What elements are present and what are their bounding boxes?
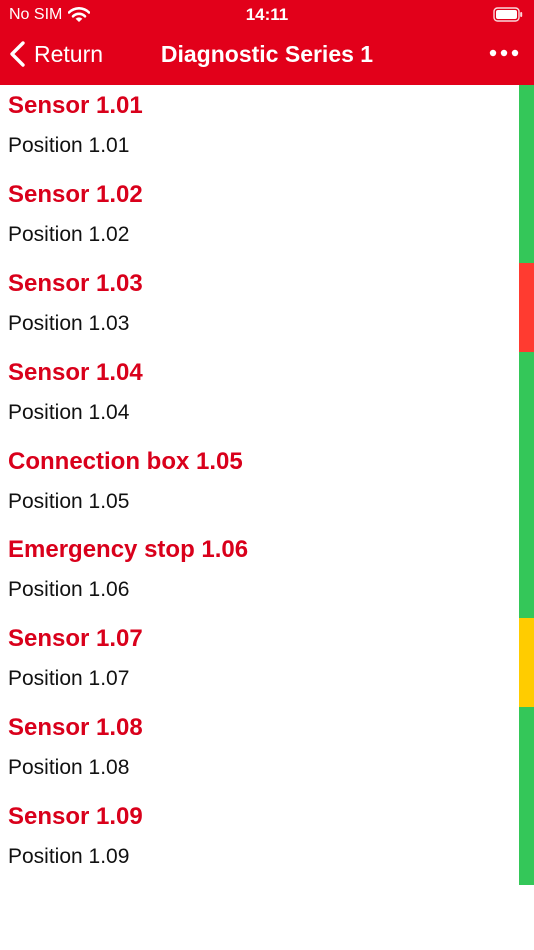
list-item[interactable]: Sensor 1.02 Position 1.02 <box>0 173 534 263</box>
status-indicator <box>519 529 534 619</box>
list-item[interactable]: Sensor 1.03 Position 1.03 <box>0 262 534 352</box>
item-title: Emergency stop 1.06 <box>8 536 249 564</box>
list-item[interactable]: Sensor 1.01 Position 1.01 <box>0 85 534 174</box>
back-button[interactable]: Return <box>8 36 103 72</box>
item-position: Position 1.05 <box>8 489 130 513</box>
status-time: 14:11 <box>245 5 289 24</box>
item-position: Position 1.08 <box>8 756 130 780</box>
item-title: Sensor 1.09 <box>8 803 143 831</box>
status-indicator <box>519 440 534 530</box>
status-indicator <box>519 173 534 263</box>
status-indicator <box>519 262 534 352</box>
item-title: Sensor 1.07 <box>8 625 143 653</box>
item-position: Position 1.07 <box>8 667 130 691</box>
item-title: Sensor 1.03 <box>8 269 143 297</box>
item-title: Sensor 1.01 <box>8 92 143 119</box>
status-indicator <box>519 351 534 441</box>
list-item[interactable]: Emergency stop 1.06 Position 1.06 <box>0 529 534 619</box>
chevron-left-icon <box>10 41 25 67</box>
item-position: Position 1.03 <box>8 311 130 335</box>
item-title: Sensor 1.08 <box>8 714 143 742</box>
list-item[interactable]: Sensor 1.04 Position 1.04 <box>0 351 534 441</box>
item-position: Position 1.09 <box>8 845 130 869</box>
status-bar: No SIM 14:11 <box>0 0 534 30</box>
item-title: Connection box 1.05 <box>8 447 243 475</box>
status-indicator <box>519 707 534 797</box>
list-item[interactable]: Sensor 1.08 Position 1.08 <box>0 707 534 797</box>
item-position: Position 1.04 <box>8 400 130 424</box>
list-item[interactable]: Sensor 1.09 Position 1.09 <box>0 796 534 886</box>
battery-icon <box>493 7 523 22</box>
back-label: Return <box>34 40 104 67</box>
item-title: Sensor 1.02 <box>8 180 143 208</box>
ellipsis-icon[interactable] <box>484 38 524 68</box>
status-indicator <box>519 796 534 886</box>
list-item[interactable]: Sensor 1.07 Position 1.07 <box>0 618 534 708</box>
item-position: Position 1.02 <box>8 222 130 246</box>
item-position: Position 1.01 <box>8 134 130 157</box>
item-position: Position 1.06 <box>8 578 130 602</box>
item-title: Sensor 1.04 <box>8 358 143 386</box>
list-item[interactable]: Connection box 1.05 Position 1.05 <box>0 440 534 530</box>
status-indicator <box>519 618 534 708</box>
navigation-bar: Return Diagnostic Series 1 <box>0 30 534 85</box>
status-indicator <box>519 85 534 174</box>
app-header: No SIM 14:11 Return Diagnostic Series 1 <box>0 0 534 85</box>
sensor-list: Sensor 1.01 Position 1.01 Sensor 1.02 Posit… <box>0 85 534 886</box>
